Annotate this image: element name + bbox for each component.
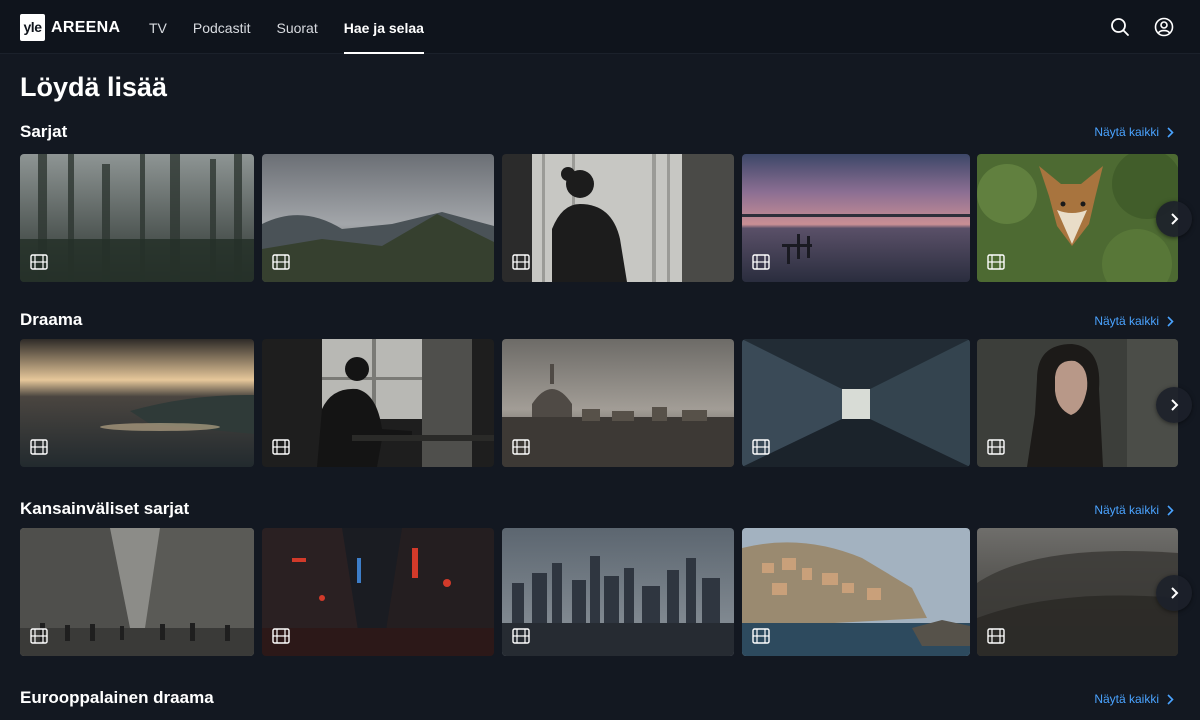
content-card[interactable]	[20, 339, 254, 467]
content-card[interactable]	[977, 528, 1178, 656]
show-all-sarjat-link[interactable]: Näytä kaikki	[1094, 125, 1174, 139]
thumbnail-man-at-window	[262, 339, 494, 467]
thumbnail-city-street	[20, 528, 254, 656]
show-all-kansainvaliset-link[interactable]: Näytä kaikki	[1094, 503, 1174, 517]
page-title: Löydä lisää	[20, 72, 168, 102]
thumbnail-coastal-village	[742, 528, 970, 656]
yle-logo-mark: yle	[20, 14, 45, 41]
film-icon	[752, 439, 770, 455]
film-icon	[30, 254, 48, 270]
film-icon	[987, 439, 1005, 455]
content-card[interactable]	[742, 154, 970, 282]
carousel-next-button[interactable]	[1156, 575, 1192, 611]
thumbnail-sunrays-over-sea	[20, 339, 254, 467]
show-all-draama-link[interactable]: Näytä kaikki	[1094, 314, 1174, 328]
nav-hae-ja-selaa[interactable]: Hae ja selaa	[333, 0, 435, 54]
film-icon	[30, 439, 48, 455]
film-icon	[987, 628, 1005, 644]
areena-wordmark: AREENA	[51, 18, 121, 36]
nav-suorat[interactable]: Suorat	[265, 0, 328, 54]
show-all-label: Näytä kaikki	[1094, 503, 1159, 517]
thumbnail-neon-alley	[262, 528, 494, 656]
chevron-right-icon	[1167, 504, 1174, 516]
chevron-right-icon	[1170, 399, 1178, 411]
chevron-right-icon	[1167, 315, 1174, 327]
content-card[interactable]	[502, 528, 734, 656]
film-icon	[752, 254, 770, 270]
thumbnail-foggy-hill	[977, 528, 1178, 656]
film-icon	[987, 254, 1005, 270]
thumbnail-woman-portrait	[977, 339, 1178, 467]
row-title-kansainvaliset-sarjat: Kansainväliset sarjat	[20, 499, 190, 518]
thumbnail-fox	[977, 154, 1178, 282]
content-card[interactable]	[502, 154, 734, 282]
chevron-right-icon	[1170, 213, 1178, 225]
film-icon	[752, 628, 770, 644]
chevron-right-icon	[1167, 126, 1174, 138]
show-all-label: Näytä kaikki	[1094, 125, 1159, 139]
show-all-eurooppalainen-link[interactable]: Näytä kaikki	[1094, 692, 1174, 706]
row-title-eurooppalainen-draama: Eurooppalainen draama	[20, 688, 214, 707]
thumbnail-corridor	[742, 339, 970, 467]
thumbnail-cloudy-mountains	[262, 154, 494, 282]
thumbnail-cathedral-skyline	[502, 339, 734, 467]
thumbnail-lake-pier	[742, 154, 970, 282]
film-icon	[30, 628, 48, 644]
film-icon	[272, 439, 290, 455]
content-card[interactable]	[262, 528, 494, 656]
content-card[interactable]	[262, 339, 494, 467]
row-title-draama: Draama	[20, 310, 83, 329]
content-card[interactable]	[977, 339, 1178, 467]
content-card[interactable]	[262, 154, 494, 282]
show-all-label: Näytä kaikki	[1094, 692, 1159, 706]
film-icon	[512, 254, 530, 270]
thumbnail-skyscrapers	[502, 528, 734, 656]
thumbnail-misty-forest	[20, 154, 254, 282]
active-tab-indicator	[343, 52, 424, 54]
film-icon	[272, 628, 290, 644]
content-card[interactable]	[977, 154, 1178, 282]
show-all-label: Näytä kaikki	[1094, 314, 1159, 328]
user-account-icon[interactable]	[1153, 16, 1175, 38]
carousel-next-button[interactable]	[1156, 201, 1192, 237]
yle-areena-logo[interactable]: yle AREENA	[20, 14, 120, 41]
film-icon	[512, 439, 530, 455]
chevron-right-icon	[1170, 587, 1178, 599]
carousel-next-button[interactable]	[1156, 387, 1192, 423]
nav-tv[interactable]: TV	[138, 0, 178, 54]
chevron-right-icon	[1167, 693, 1174, 705]
top-navigation-bar: yle AREENA TV Podcastit Suorat Hae ja se…	[0, 0, 1200, 54]
film-icon	[272, 254, 290, 270]
nav-hae-ja-selaa-label: Hae ja selaa	[343, 20, 424, 36]
nav-podcastit[interactable]: Podcastit	[182, 0, 262, 54]
content-card[interactable]	[20, 154, 254, 282]
film-icon	[512, 628, 530, 644]
content-card[interactable]	[502, 339, 734, 467]
main-nav: TV Podcastit Suorat Hae ja selaa	[138, 0, 439, 54]
content-card[interactable]	[742, 339, 970, 467]
content-card[interactable]	[20, 528, 254, 656]
row-title-sarjat: Sarjat	[20, 122, 68, 141]
search-icon[interactable]	[1109, 16, 1131, 38]
thumbnail-woman-at-window	[502, 154, 734, 282]
content-card[interactable]	[742, 528, 970, 656]
